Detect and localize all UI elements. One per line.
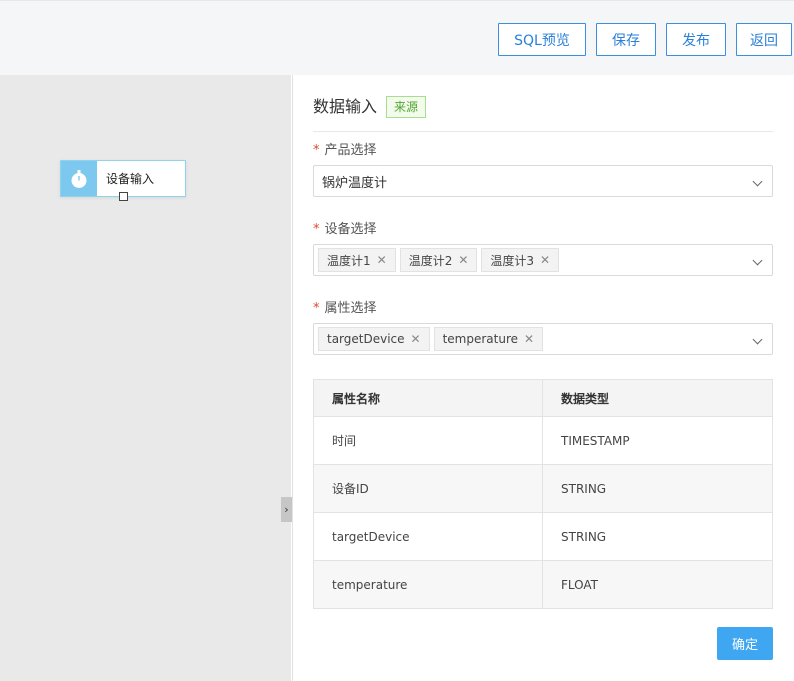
chevron-down-icon bbox=[752, 176, 763, 187]
panel-header: 数据输入 来源 bbox=[313, 95, 773, 132]
chevron-right-icon[interactable]: › bbox=[281, 497, 292, 522]
attribute-chip: targetDevice ✕ bbox=[318, 327, 430, 351]
attribute-select[interactable]: targetDevice ✕ temperature ✕ bbox=[313, 323, 773, 355]
close-icon[interactable]: ✕ bbox=[458, 253, 468, 267]
table-cell: temperature bbox=[314, 561, 543, 608]
device-chip: 温度计3 ✕ bbox=[481, 248, 560, 272]
table-row: targetDevice STRING bbox=[314, 512, 772, 560]
product-value: 锅炉温度计 bbox=[322, 175, 388, 191]
device-chip: 温度计2 ✕ bbox=[399, 248, 478, 272]
device-label: * 设备选择 bbox=[313, 222, 377, 237]
attribute-table: 属性名称 数据类型 时间 TIMESTAMP 设备ID STRING targe… bbox=[313, 379, 773, 609]
node-connector-handle[interactable] bbox=[119, 192, 128, 201]
device-icon bbox=[61, 161, 97, 196]
source-tag: 来源 bbox=[386, 96, 427, 118]
chevron-down-icon bbox=[752, 255, 763, 266]
save-button[interactable]: 保存 bbox=[596, 23, 656, 56]
table-cell: STRING bbox=[561, 529, 607, 544]
table-row: 设备ID STRING bbox=[314, 464, 772, 512]
device-select[interactable]: 温度计1 ✕ 温度计2 ✕ 温度计3 ✕ bbox=[313, 244, 773, 276]
attribute-label: * 属性选择 bbox=[313, 301, 377, 316]
close-icon[interactable]: ✕ bbox=[411, 332, 421, 346]
sql-preview-button[interactable]: SQL预览 bbox=[498, 23, 586, 56]
table-cell: targetDevice bbox=[314, 513, 543, 560]
table-row: 时间 TIMESTAMP bbox=[314, 416, 772, 464]
confirm-button[interactable]: 确定 bbox=[717, 627, 773, 660]
publish-button[interactable]: 发布 bbox=[666, 23, 726, 56]
product-label: * 产品选择 bbox=[313, 143, 377, 158]
close-icon[interactable]: ✕ bbox=[524, 332, 534, 346]
header-cell: 数据类型 bbox=[561, 391, 610, 406]
node-label: 设备输入 bbox=[106, 172, 155, 186]
device-chip: 温度计1 ✕ bbox=[318, 248, 396, 272]
header-cell: 属性名称 bbox=[314, 380, 543, 416]
panel-title: 数据输入 bbox=[313, 97, 378, 116]
back-button[interactable]: 返回 bbox=[736, 23, 792, 56]
close-icon[interactable]: ✕ bbox=[377, 253, 387, 267]
attribute-chip: temperature ✕ bbox=[433, 327, 544, 351]
table-header: 属性名称 数据类型 bbox=[314, 380, 772, 416]
chevron-down-icon bbox=[752, 334, 763, 345]
device-input-node[interactable]: 设备输入 bbox=[60, 160, 186, 201]
flow-canvas[interactable]: 设备输入 › bbox=[0, 75, 292, 681]
table-cell: 时间 bbox=[314, 417, 543, 464]
table-row: temperature FLOAT bbox=[314, 560, 772, 608]
table-cell: STRING bbox=[561, 481, 607, 496]
config-panel: 数据输入 来源 * 产品选择 锅炉温度计 * 设备选择 温度计1 ✕ 温度计2 ✕ 温度… bbox=[292, 75, 794, 681]
table-cell: 设备ID bbox=[314, 465, 543, 512]
top-toolbar: SQL预览 保存 发布 返回 bbox=[0, 0, 794, 75]
close-icon[interactable]: ✕ bbox=[540, 253, 550, 267]
table-cell: TIMESTAMP bbox=[561, 433, 630, 448]
product-select[interactable]: 锅炉温度计 bbox=[313, 165, 773, 197]
table-cell: FLOAT bbox=[561, 577, 599, 592]
